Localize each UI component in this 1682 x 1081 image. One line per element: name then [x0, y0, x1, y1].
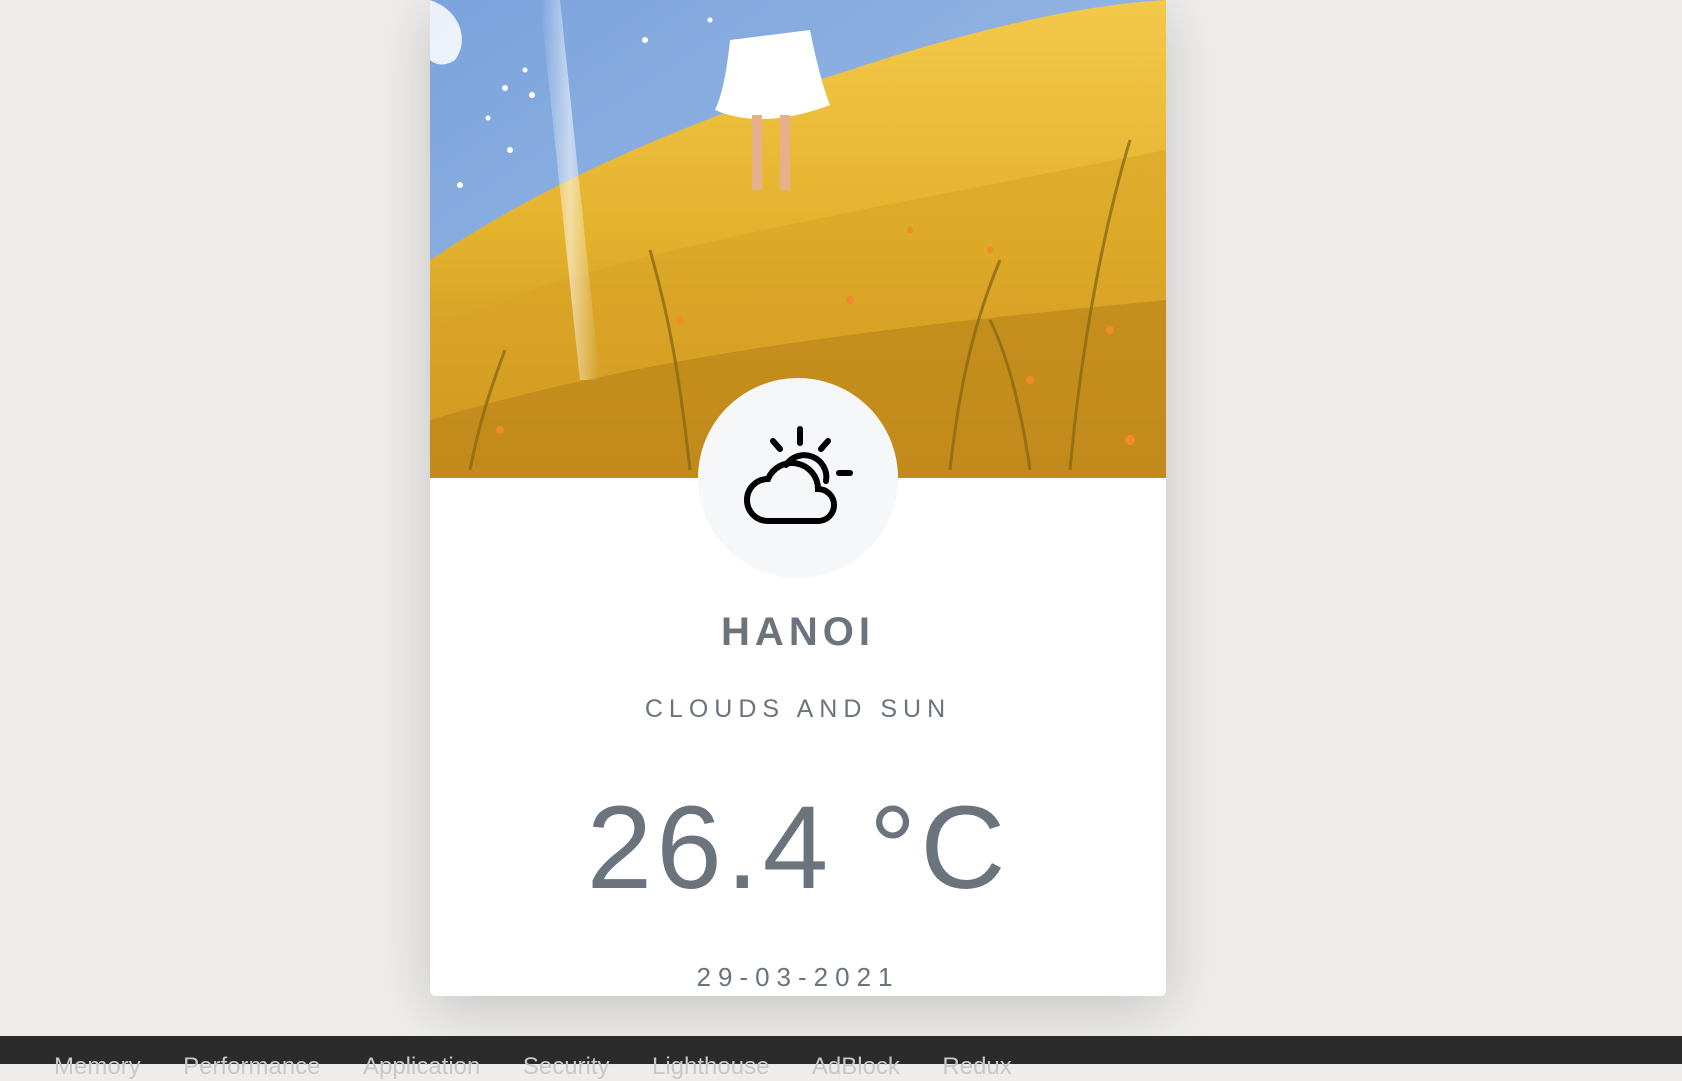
date: 29-03-2021	[696, 962, 900, 992]
tab-redux[interactable]: Redux	[942, 1053, 1011, 1081]
weather-description: CLOUDS AND SUN	[644, 695, 952, 723]
weather-icon-circle	[698, 378, 898, 578]
tab-security[interactable]: Security	[523, 1053, 610, 1081]
devtools-tab-bar: Memory Performance Application Security …	[0, 1036, 1682, 1080]
temperature: 26.4 °C	[586, 782, 1010, 914]
cloud-sun-icon	[744, 426, 853, 524]
tab-memory[interactable]: Memory	[54, 1053, 141, 1081]
tab-adblock[interactable]: AdBlock	[812, 1053, 900, 1081]
tab-lighthouse[interactable]: Lighthouse	[652, 1053, 769, 1081]
weather-card: HANOI CLOUDS AND SUN 26.4 °C 29-03-2021	[430, 0, 1166, 996]
city-name: HANOI	[721, 610, 875, 654]
tab-performance[interactable]: Performance	[183, 1053, 320, 1081]
tab-application[interactable]: Application	[363, 1053, 480, 1081]
